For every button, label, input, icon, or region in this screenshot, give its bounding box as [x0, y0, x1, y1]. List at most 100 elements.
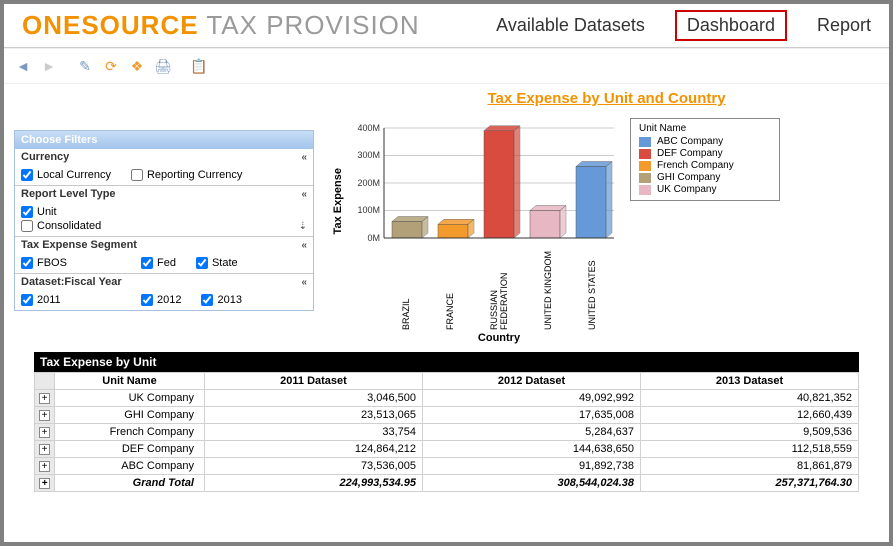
legend-swatch-icon: [639, 185, 651, 195]
nav-report[interactable]: Report: [817, 15, 871, 36]
th-unit[interactable]: Unit Name: [55, 373, 205, 390]
table-row: + GHI Company 23,513,065 17,635,008 12,6…: [35, 407, 859, 424]
table-row: + DEF Company 124,864,212 144,638,650 11…: [35, 441, 859, 458]
th-2011[interactable]: 2011 Dataset: [205, 373, 423, 390]
cb-consolidated[interactable]: Consolidated: [21, 220, 101, 232]
cb-2013[interactable]: 2013: [201, 294, 301, 306]
options-icon[interactable]: ❖: [126, 55, 148, 77]
ytick-0: 0M: [367, 233, 380, 243]
expand-row-button[interactable]: +: [35, 424, 55, 441]
filter-section-fiscal-year: Dataset:Fiscal Year « 2011 2012 2013: [15, 274, 313, 310]
cell-2013: 81,861,879: [641, 458, 859, 475]
nav-available-datasets[interactable]: Available Datasets: [496, 15, 645, 36]
expand-row-button[interactable]: +: [35, 475, 55, 492]
nav-back-icon[interactable]: ◄: [12, 55, 34, 77]
chart-title-link[interactable]: Tax Expense by Unit and Country: [487, 90, 725, 107]
brand-logo: ONESOURCE TAX PROVISION: [22, 10, 420, 41]
brand-part1: ONESOURCE: [22, 10, 199, 40]
cell-2012: 49,092,992: [423, 390, 641, 407]
y-axis-title: Tax Expense: [332, 168, 344, 234]
cell-2012: 144,638,650: [423, 441, 641, 458]
legend-item[interactable]: GHI Company: [639, 172, 771, 183]
cb-2012[interactable]: 2012: [141, 294, 181, 306]
th-2012[interactable]: 2012 Dataset: [423, 373, 641, 390]
bar-brazil[interactable]: [392, 222, 422, 239]
legend-item[interactable]: DEF Company: [639, 148, 771, 159]
cell-unit-name: French Company: [55, 424, 205, 441]
cell-grand-2011: 224,993,534.95: [205, 475, 423, 492]
refresh-icon[interactable]: ⟳: [100, 55, 122, 77]
cell-2013: 12,660,439: [641, 407, 859, 424]
table-row: + UK Company 3,046,500 49,092,992 40,821…: [35, 390, 859, 407]
main-content: Choose Filters Currency « Local Currency…: [4, 84, 889, 344]
copy-icon[interactable]: 📋: [188, 55, 210, 77]
table-title: Tax Expense by Unit: [34, 352, 859, 372]
expand-row-button[interactable]: +: [35, 441, 55, 458]
print-icon[interactable]: 🖨: [152, 55, 174, 77]
cell-unit-name: DEF Company: [55, 441, 205, 458]
x-axis-title: Country: [374, 332, 624, 344]
cell-2011: 23,513,065: [205, 407, 423, 424]
cell-2011: 73,536,005: [205, 458, 423, 475]
bar-russian-federation[interactable]: [484, 131, 514, 238]
filter-currency-title: Currency: [21, 151, 69, 163]
expand-row-button[interactable]: +: [35, 458, 55, 475]
cell-2013: 9,509,536: [641, 424, 859, 441]
cell-2012: 5,284,637: [423, 424, 641, 441]
xcat-3: UNITED KINGDOM: [543, 250, 553, 330]
x-axis-labels: BRAZIL FRANCE RUSSIAN FEDERATION UNITED …: [384, 250, 614, 330]
scroll-down-icon[interactable]: ⇣: [299, 221, 307, 232]
legend-item[interactable]: French Company: [639, 160, 771, 171]
grand-total-row: + Grand Total 224,993,534.95 308,544,024…: [35, 475, 859, 492]
cell-unit-name: GHI Company: [55, 407, 205, 424]
filter-section-currency: Currency « Local Currency Reporting Curr…: [15, 149, 313, 186]
app-header: ONESOURCE TAX PROVISION Available Datase…: [4, 4, 889, 48]
bar-united-states[interactable]: [576, 167, 606, 239]
bar-france[interactable]: [438, 224, 468, 238]
legend-item[interactable]: ABC Company: [639, 136, 771, 147]
filter-section-tax-segment: Tax Expense Segment « FBOS Fed State: [15, 237, 313, 274]
cb-state[interactable]: State: [196, 257, 296, 269]
data-table: Unit Name 2011 Dataset 2012 Dataset 2013…: [34, 372, 859, 492]
collapse-icon[interactable]: «: [301, 240, 307, 251]
chart-plot: 0M 100M 200M 300M 400M BRAZIL FRANCE RUS…: [334, 118, 624, 344]
cell-2013: 40,821,352: [641, 390, 859, 407]
collapse-icon[interactable]: «: [301, 277, 307, 288]
legend-swatch-icon: [639, 137, 651, 147]
legend-swatch-icon: [639, 161, 651, 171]
cb-fbos[interactable]: FBOS: [21, 257, 121, 269]
xcat-2: RUSSIAN FEDERATION: [489, 250, 509, 330]
expand-row-button[interactable]: +: [35, 407, 55, 424]
cell-2011: 3,046,500: [205, 390, 423, 407]
th-2013[interactable]: 2013 Dataset: [641, 373, 859, 390]
cb-local-currency[interactable]: Local Currency: [21, 169, 111, 181]
cell-grand-2012: 308,544,024.38: [423, 475, 641, 492]
legend-label: ABC Company: [657, 136, 723, 147]
legend-item[interactable]: UK Company: [639, 184, 771, 195]
table-row: + ABC Company 73,536,005 91,892,738 81,8…: [35, 458, 859, 475]
collapse-icon[interactable]: «: [301, 189, 307, 200]
filter-report-level-title: Report Level Type: [21, 188, 116, 200]
cb-reporting-currency[interactable]: Reporting Currency: [131, 169, 242, 181]
ytick-3: 300M: [357, 150, 380, 160]
legend-label: UK Company: [657, 184, 716, 195]
edit-icon[interactable]: ✎: [74, 55, 96, 77]
legend-swatch-icon: [639, 173, 651, 183]
legend-label: DEF Company: [657, 148, 723, 159]
nav-forward-icon[interactable]: ►: [38, 55, 60, 77]
legend-label: GHI Company: [657, 172, 720, 183]
cell-2011: 33,754: [205, 424, 423, 441]
filters-column: Choose Filters Currency « Local Currency…: [14, 90, 314, 344]
expand-row-button[interactable]: +: [35, 390, 55, 407]
cell-2011: 124,864,212: [205, 441, 423, 458]
top-nav: Available Datasets Dashboard Report: [496, 10, 871, 41]
cb-2011[interactable]: 2011: [21, 294, 121, 306]
cell-unit-name: ABC Company: [55, 458, 205, 475]
cb-unit[interactable]: Unit: [21, 206, 307, 218]
collapse-icon[interactable]: «: [301, 152, 307, 163]
bar-united-kingdom[interactable]: [530, 211, 560, 239]
ytick-4: 400M: [357, 123, 380, 133]
cb-fed[interactable]: Fed: [141, 257, 176, 269]
nav-dashboard[interactable]: Dashboard: [675, 10, 787, 41]
cell-grand-label: Grand Total: [55, 475, 205, 492]
